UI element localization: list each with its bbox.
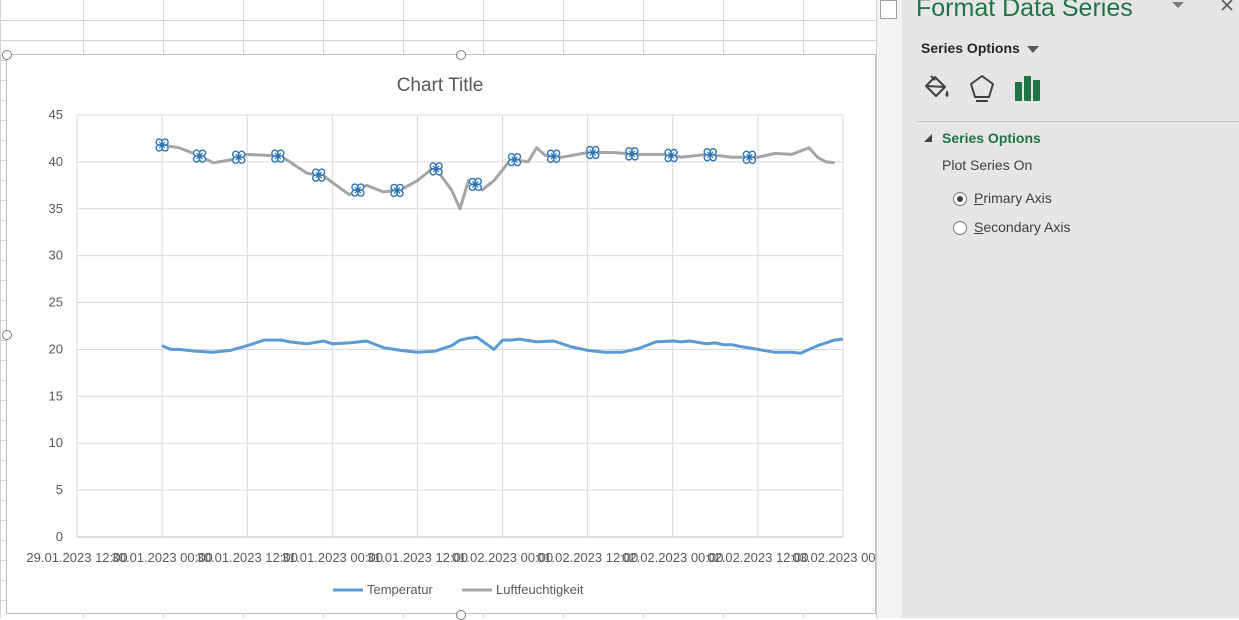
y-tick-label: 5 xyxy=(56,482,63,497)
resize-handle[interactable] xyxy=(2,330,12,340)
secondary-axis-radio-button[interactable] xyxy=(953,221,967,235)
sheet-gridline xyxy=(0,40,876,41)
y-tick-label: 0 xyxy=(56,529,63,544)
close-icon[interactable] xyxy=(1220,0,1236,15)
sheet-gridline xyxy=(0,0,1,618)
format-data-series-pane: Format Data Series Series Options Series… xyxy=(902,0,1239,618)
paint-bucket-icon xyxy=(925,75,949,97)
chart-area[interactable]: Chart Title 0 5 10 15 20 25 30 35 40 45 29.01.2023 … xyxy=(2,50,877,620)
tab-fill-line[interactable] xyxy=(920,72,952,104)
caret-down-icon xyxy=(1026,45,1039,53)
y-tick-label: 35 xyxy=(49,201,63,216)
line-chart[interactable]: Chart Title05101520253035404529.01.2023 … xyxy=(7,55,877,615)
legend-label-temperatur[interactable]: Temperatur xyxy=(367,582,433,597)
sheet-gridline xyxy=(0,20,876,21)
y-tick-label: 30 xyxy=(49,248,63,263)
pane-splitter[interactable] xyxy=(876,0,902,618)
tab-effects[interactable] xyxy=(966,72,998,104)
y-tick-label: 15 xyxy=(49,388,63,403)
series-options-menu-label: Series Options xyxy=(921,40,1020,56)
y-tick-label: 45 xyxy=(49,107,63,122)
plot-series-on-label: Plot Series On xyxy=(942,157,1033,173)
resize-handle[interactable] xyxy=(2,50,12,60)
section-header[interactable]: Series Options xyxy=(942,130,1041,146)
pentagon-icon xyxy=(970,75,994,102)
collapse-caret-icon[interactable] xyxy=(924,134,933,143)
y-tick-label: 10 xyxy=(49,435,63,450)
x-tick-label: 03.02.2023 00:00 xyxy=(792,550,877,565)
primary-axis-label: Primary Axis xyxy=(974,190,1052,206)
bar-chart-icon xyxy=(1015,76,1040,101)
tab-series-options[interactable] xyxy=(1012,72,1044,104)
legend-label-luftfeuchtigkeit[interactable]: Luftfeuchtigkeit xyxy=(496,582,584,597)
pane-separator xyxy=(916,121,1239,122)
chevron-down-icon[interactable] xyxy=(1171,0,1187,12)
resize-handle[interactable] xyxy=(456,50,466,60)
secondary-axis-label: Secondary Axis xyxy=(974,219,1071,235)
pane-title: Format Data Series xyxy=(916,0,1133,22)
selection-checkbox[interactable] xyxy=(880,0,897,19)
y-tick-label: 20 xyxy=(49,341,63,356)
y-tick-label: 25 xyxy=(49,295,63,310)
resize-handle[interactable] xyxy=(456,610,466,620)
chart-title[interactable]: Chart Title xyxy=(397,75,484,96)
series-options-dropdown[interactable]: Series Options xyxy=(921,40,1039,56)
y-tick-label: 40 xyxy=(49,154,63,169)
series-line-luftfeuchtigkeit[interactable] xyxy=(161,143,835,211)
primary-axis-radio-button[interactable] xyxy=(953,192,967,206)
